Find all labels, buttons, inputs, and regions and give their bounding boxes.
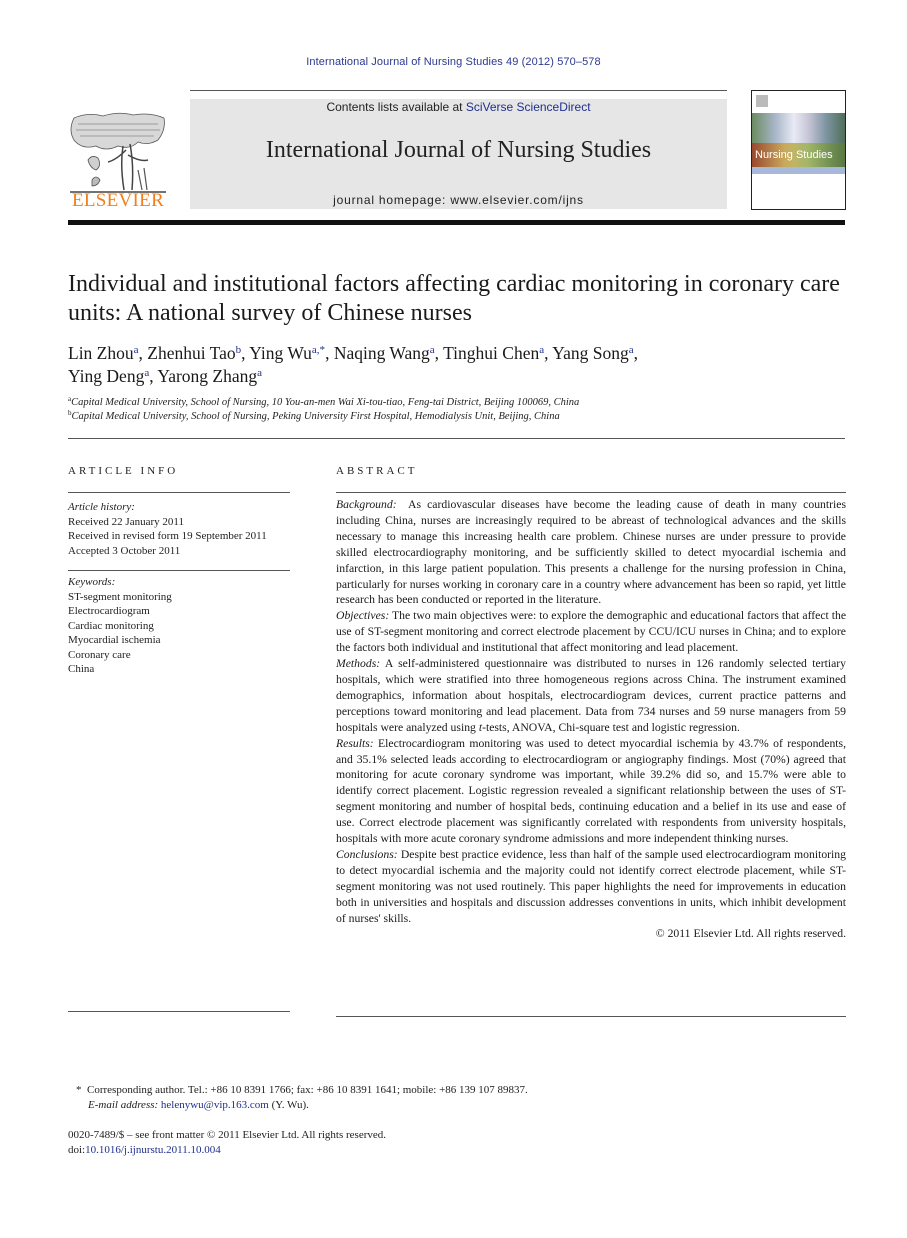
article-history-label: Article history: — [68, 501, 135, 513]
abstract-results: Results: Electrocardiogram monitoring wa… — [336, 736, 846, 847]
contents-available-line: Contents lists available at SciVerse Sci… — [190, 100, 727, 114]
article-info-bottom-rule — [68, 1011, 290, 1012]
author-separator: , — [633, 343, 639, 363]
abstract-label: Methods: — [336, 657, 381, 671]
keywords-rule — [68, 570, 290, 571]
abstract-label: Background: — [336, 498, 397, 511]
affiliation-text: Capital Medical University, School of Nu… — [71, 411, 560, 422]
author-name[interactable]: Zhenhui Tao — [147, 343, 235, 363]
abstract-text: As cardiovascular diseases have become t… — [336, 498, 847, 607]
email-line: E-mail address: helenywu@vip.163.com (Y.… — [76, 1098, 776, 1113]
abstract-label: Results: — [336, 736, 374, 750]
doi-link[interactable]: 10.1016/j.ijnurstu.2011.10.004 — [85, 1144, 221, 1156]
issn-line: 0020-7489/$ – see front matter © 2011 El… — [68, 1129, 387, 1141]
abstract-background: Background: As cardiovascular diseases h… — [336, 497, 846, 608]
abstract-conclusions: Conclusions: Despite best practice evide… — [336, 847, 846, 927]
author-affiliation-mark[interactable]: a — [257, 367, 262, 379]
author-separator: , — [138, 343, 148, 363]
abstract-text: Despite best practice evidence, less tha… — [336, 847, 846, 925]
homepage-prefix: journal homepage: — [333, 193, 451, 207]
abstract-objectives: Objectives: The two main objectives were… — [336, 608, 846, 656]
author-name[interactable]: Ying Wu — [249, 343, 312, 363]
article-info-rule — [68, 492, 290, 493]
keywords-list: Keywords: ST-segment monitoring Electroc… — [68, 575, 308, 677]
abstract-copyright: © 2011 Elsevier Ltd. All rights reserved… — [655, 927, 846, 941]
keyword-item: Cardiac monitoring — [68, 619, 154, 632]
corresponding-line: * Corresponding author. Tel.: +86 10 839… — [76, 1083, 776, 1098]
history-item: Received in revised form 19 September 20… — [68, 530, 267, 542]
keyword-item: Coronary care — [68, 648, 131, 661]
cover-publisher-icon — [756, 95, 768, 107]
corresponding-author-footnote: * Corresponding author. Tel.: +86 10 839… — [76, 1083, 776, 1113]
issn-doi-block: 0020-7489/$ – see front matter © 2011 El… — [68, 1128, 768, 1158]
history-item: Received 22 January 2011 — [68, 515, 184, 528]
doi-line: doi:10.1016/j.ijnurstu.2011.10.004 — [68, 1143, 768, 1158]
cover-title: Nursing Studies — [755, 149, 833, 161]
journal-homepage-line: journal homepage: www.elsevier.com/ijns — [190, 193, 727, 207]
masthead-thick-rule — [68, 220, 845, 225]
abstract-text: The two main objectives were: to explore… — [336, 609, 847, 655]
author-name[interactable]: Yang Song — [552, 343, 629, 363]
author-name[interactable]: Naqing Wang — [334, 343, 430, 363]
abstract-text: -tests, ANOVA, Chi-square test and logis… — [482, 720, 740, 734]
author-affiliation-mark[interactable]: a,* — [312, 344, 325, 356]
contents-prefix: Contents lists available at — [326, 100, 466, 114]
email-label: E-mail address: — [88, 1099, 159, 1111]
abstract-body: Background: As cardiovascular diseases h… — [336, 497, 846, 942]
corresponding-text: Corresponding author. Tel.: +86 10 8391 … — [87, 1084, 528, 1096]
footnote-mark: * — [76, 1084, 82, 1096]
cover-band — [752, 167, 845, 174]
article-history: Article history: Received 22 January 201… — [68, 500, 308, 558]
abstract-rule — [336, 492, 846, 493]
abstract-label: Conclusions: — [336, 847, 398, 861]
article-title: Individual and institutional factors aff… — [68, 271, 840, 326]
keywords-label: Keywords: — [68, 576, 116, 588]
author-name[interactable]: Tinghui Chen — [443, 343, 539, 363]
email-link[interactable]: helenywu@vip.163.com — [161, 1099, 269, 1111]
homepage-url-link[interactable]: www.elsevier.com/ijns — [450, 193, 584, 207]
affiliation-rule — [68, 438, 845, 439]
affiliation-text: Capital Medical University, School of Nu… — [71, 397, 580, 408]
abstract-heading: ABSTRACT — [336, 465, 418, 477]
author-name[interactable]: Yarong Zhang — [157, 366, 257, 386]
affiliation-list: aCapital Medical University, School of N… — [68, 396, 848, 424]
sciencedirect-link[interactable]: SciVerse ScienceDirect — [466, 100, 591, 114]
abstract-bottom-rule — [336, 1016, 846, 1017]
affiliation-item: aCapital Medical University, School of N… — [68, 396, 848, 410]
history-item: Accepted 3 October 2011 — [68, 544, 181, 557]
author-separator: , — [325, 343, 334, 363]
keyword-item: China — [68, 663, 95, 675]
author-name[interactable]: Lin Zhou — [68, 343, 134, 363]
doi-prefix: doi: — [68, 1144, 86, 1156]
author-separator: , — [434, 343, 444, 363]
author-list: Lin Zhoua, Zhenhui Taob, Ying Wua,*, Naq… — [68, 342, 848, 388]
journal-title: International Journal of Nursing Studies — [265, 137, 652, 163]
author-name[interactable]: Ying Deng — [68, 366, 144, 386]
abstract-label: Objectives: — [336, 609, 390, 623]
journal-cover-thumbnail[interactable]: Nursing Studies — [751, 90, 846, 210]
keyword-item: Myocardial ischemia — [68, 634, 161, 646]
running-head-citation[interactable]: International Journal of Nursing Studies… — [0, 56, 907, 68]
keyword-item: ST-segment monitoring — [68, 590, 172, 603]
affiliation-item: bCapital Medical University, School of N… — [68, 410, 848, 424]
article-info-heading: ARTICLE INFO — [68, 465, 179, 477]
abstract-methods: Methods: A self-administered questionnai… — [336, 656, 846, 736]
email-suffix: (Y. Wu). — [268, 1099, 309, 1111]
elsevier-wordmark[interactable]: ELSEVIER — [68, 191, 168, 211]
header-rule — [190, 90, 727, 91]
abstract-text: Electrocardiogram monitoring was used to… — [336, 736, 847, 846]
keyword-item: Electrocardiogram — [68, 605, 150, 617]
